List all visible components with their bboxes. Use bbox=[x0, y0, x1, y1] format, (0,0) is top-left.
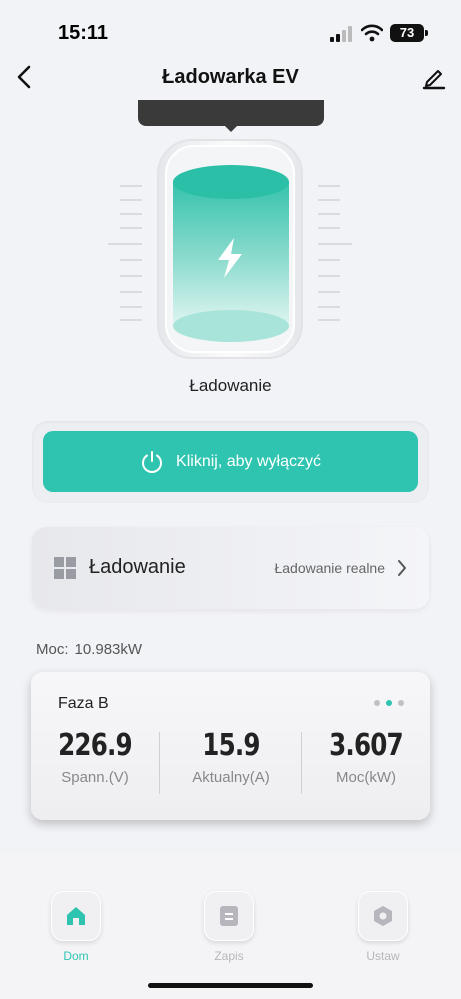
tab-zapis[interactable]: Zapis bbox=[189, 891, 269, 963]
mode-value: Ładowanie realne bbox=[274, 560, 385, 576]
tab-dom-label: Dom bbox=[63, 949, 89, 963]
charging-mode-row[interactable]: Ładowanie Ładowanie realne bbox=[32, 527, 429, 609]
document-icon bbox=[220, 906, 238, 926]
mode-title: Ładowanie bbox=[89, 556, 186, 578]
power-off-button[interactable]: Kliknij, aby wyłączyć bbox=[43, 431, 418, 492]
phase-card: Faza B 226.9 Spann.(V) 15.9 Aktualny(A) … bbox=[31, 672, 430, 820]
tooltip-tab bbox=[138, 100, 324, 132]
total-power-readout: Moc: 10.983kW bbox=[36, 641, 142, 658]
voltage-value: 226.9 bbox=[58, 728, 133, 763]
gauge-ticks-right bbox=[318, 185, 352, 321]
charger-graphic bbox=[100, 132, 360, 372]
current-metric: 15.9 Aktualny(A) bbox=[167, 728, 295, 786]
cellular-signal-icon bbox=[330, 26, 352, 42]
voltage-metric: 226.9 Spann.(V) bbox=[31, 728, 159, 786]
metric-divider bbox=[159, 732, 160, 794]
hexagon-gear-icon bbox=[374, 906, 392, 926]
tab-ustaw[interactable]: Ustaw bbox=[343, 891, 423, 963]
charging-status-label: Ładowanie bbox=[189, 376, 272, 395]
current-value: 15.9 bbox=[202, 728, 260, 763]
voltage-label: Spann.(V) bbox=[61, 769, 129, 786]
home-icon bbox=[67, 907, 85, 925]
tab-zapis-icon-box bbox=[204, 891, 254, 941]
phase-name: Faza B bbox=[58, 695, 109, 712]
pencil-icon[interactable] bbox=[421, 64, 447, 90]
gauge-ticks-left bbox=[108, 185, 142, 321]
tab-ustaw-label: Ustaw bbox=[366, 949, 400, 963]
power-value: 3.607 bbox=[329, 728, 404, 763]
page-title: Ładowarka EV bbox=[162, 66, 299, 88]
home-indicator bbox=[148, 983, 313, 988]
tab-dom[interactable]: Dom bbox=[36, 891, 116, 963]
power-button-card: Kliknij, aby wyłączyć bbox=[32, 421, 429, 503]
power-icon bbox=[142, 450, 162, 473]
power-metric: 3.607 Moc(kW) bbox=[302, 728, 430, 786]
power-button-label: Kliknij, aby wyłączyć bbox=[176, 452, 321, 470]
total-power-label: Moc: bbox=[36, 641, 69, 658]
tab-dom-icon-box bbox=[51, 891, 101, 941]
power-label: Moc(kW) bbox=[336, 769, 396, 786]
tab-ustaw-icon-box bbox=[358, 891, 408, 941]
total-power-value: 10.983kW bbox=[74, 641, 143, 658]
bottom-tab-bar: Dom Zapis Ustaw bbox=[0, 853, 461, 999]
chevron-right-icon bbox=[398, 560, 406, 576]
nav-bar: Ładowarka EV bbox=[0, 56, 461, 100]
more-dots-icon[interactable] bbox=[373, 699, 405, 707]
wifi-icon bbox=[361, 24, 383, 42]
status-bar: 15:11 73 bbox=[0, 0, 461, 60]
status-time: 15:11 bbox=[58, 22, 109, 44]
battery-icon: 73 bbox=[390, 24, 428, 42]
current-label: Aktualny(A) bbox=[192, 769, 270, 786]
grid-icon bbox=[54, 557, 76, 579]
tab-zapis-label: Zapis bbox=[214, 949, 244, 963]
